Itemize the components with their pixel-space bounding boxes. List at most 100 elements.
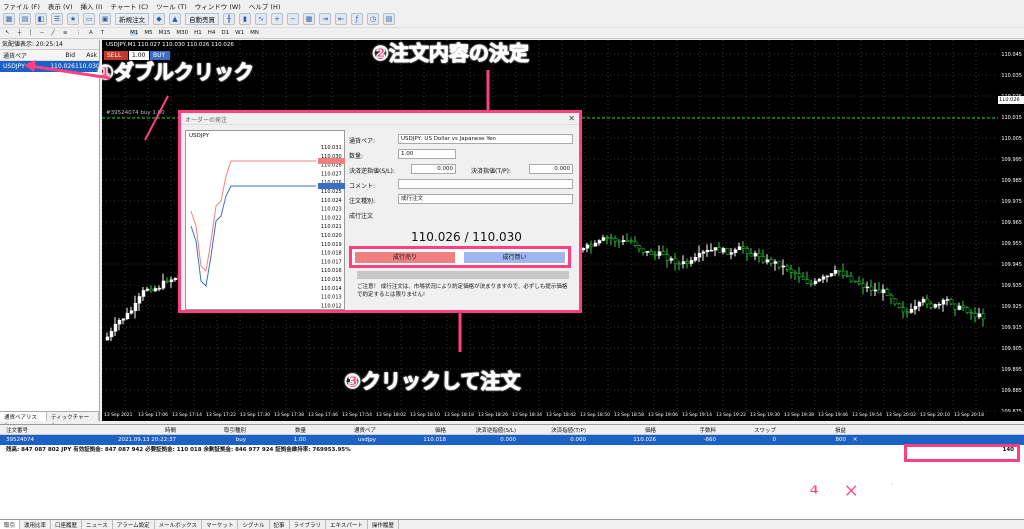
terminal-tab-11[interactable]: 操作履歴 [368,520,399,529]
sell-by-market-button[interactable]: 成行売り [355,252,455,263]
terminal-tab-7[interactable]: シグナル [238,520,270,529]
timeframe-M15[interactable]: M15 [159,30,171,36]
metaeditor-icon[interactable]: ◆ [153,13,165,25]
bag-icon[interactable]: ▲ [169,13,181,25]
terminal-tab-4[interactable]: アラーム設定 [113,520,155,529]
trade-row[interactable]: 39524074 2021.09.13 20:22:37 buy 1.00 usdjpy… [0,435,1024,445]
candle-chart-icon[interactable]: ▮ [239,13,251,25]
close-icon[interactable]: ✕ [850,437,860,443]
periods-icon[interactable]: ◷ [367,13,379,25]
balance-row: 残高: 847 087 802 JPY 有効証拠金: 847 087 942 必… [0,445,1024,455]
terminal-col-9: 手数料 [699,427,716,434]
channel-icon[interactable]: ≡ [61,30,70,36]
timeframe-H4[interactable]: H4 [208,30,216,36]
tp-input[interactable]: 0.000 [529,164,573,174]
time-axis-label: 13 Sep 20:10 [920,413,951,418]
sl-input[interactable]: 0.000 [411,164,456,174]
candle-body [769,259,774,264]
menu-item-4[interactable]: ツール (T) [156,1,187,11]
candle-body [681,261,686,265]
timeframe-MN[interactable]: MN [250,30,259,36]
cursor-icon[interactable]: ↖ [3,30,12,36]
close-icon[interactable]: ✕ [568,114,575,123]
navigator-icon[interactable]: ★ [67,13,79,25]
new-order-button[interactable]: 新規注文 [115,13,149,25]
hline-icon[interactable]: ─ [38,30,45,36]
candle-body [925,298,930,305]
terminal-tab-5[interactable]: メールボックス [155,520,202,529]
zoom-in-icon[interactable]: + [271,13,283,25]
terminal-tab-6[interactable]: マーケット [202,520,239,529]
candle-body [869,286,874,291]
menu-item-1[interactable]: 表示 (V) [48,1,73,11]
bar-chart-icon[interactable]: ╫ [223,13,235,25]
trade-cell-6: 0.000 [500,437,516,443]
candle-body [777,261,782,268]
ask-tag [318,158,345,164]
crosshair-icon[interactable]: ┼ [16,30,23,36]
vline-icon[interactable]: │ [27,30,34,36]
zoom-out-icon[interactable]: − [287,13,299,25]
terminal-tab-1[interactable]: 運用比率 [20,520,52,529]
comment-input[interactable] [398,179,573,189]
terminal-tab-0[interactable]: 取引 [0,520,21,529]
dialog-title-text: オーダーの発注 [185,117,228,124]
terminal-tab-3[interactable]: ニュース [82,520,113,529]
mini-price-label: 110.022 [321,215,342,221]
candle-body [817,279,822,282]
timeframe-H1[interactable]: H1 [194,30,202,36]
timeframe-D1[interactable]: D1 [221,30,229,36]
fib-icon[interactable]: ⋮ [73,30,83,36]
terminal-tab-10[interactable]: エキスパート [326,520,368,529]
label-icon[interactable]: T [99,30,106,36]
comment-label: コメント: [349,183,376,190]
line-chart-icon[interactable]: ∿ [255,13,267,25]
templates-icon[interactable]: ▤ [383,13,395,25]
time-axis-label: 13 Sep 17:46 [308,413,339,418]
menu-item-5[interactable]: ウィンドウ (W) [195,1,241,11]
time-axis-label: 13 Sep 20:18 [954,413,985,418]
market-watch-icon[interactable]: ◧ [35,13,47,25]
terminal-col-8: 価格 [644,427,656,434]
candle-body [741,246,746,249]
menu-item-3[interactable]: チャート (C) [111,1,149,11]
sl-label: 決済逆指値(S/L): [349,168,395,175]
candle-body [957,305,962,310]
new-chart-icon[interactable]: ▦ [3,13,15,25]
tile-icon[interactable]: ▦ [303,13,315,25]
buy-by-market-button[interactable]: 成行買い [464,252,565,263]
terminal-tab-9[interactable]: ライブラリ [290,520,327,529]
auto-trade-button[interactable]: 自動売買 [185,13,219,25]
order-type-select[interactable]: 成行注文 [398,194,573,204]
pair-select[interactable]: USDJPY, US Dollar vs Japanese Yen [398,134,573,144]
menu-item-2[interactable]: 挿入 (I) [80,1,102,11]
indicators-icon[interactable]: ƒ [351,13,363,25]
terminal-tab-2[interactable]: 口座履歴 [51,520,83,529]
terminal-icon[interactable]: ▭ [83,13,95,25]
terminal-col-10: スワップ [753,427,776,434]
candle-body [125,312,130,320]
strategy-tester-icon[interactable]: ▣ [99,13,111,25]
data-window-icon[interactable]: ☰ [51,13,63,25]
menu-item-0[interactable]: ファイル (F) [3,1,40,11]
menu-item-6[interactable]: ヘルプ (H) [249,1,281,11]
symbol-row-usdjpy[interactable]: USDJPY 110.026 110.030 [0,61,100,72]
timeframe-M5[interactable]: M5 [144,30,152,36]
terminal-tab-8[interactable]: 記事 [270,520,290,529]
profiles-icon[interactable]: ▤ [19,13,31,25]
timeframe-W1[interactable]: W1 [235,30,244,36]
candle-body [649,251,654,255]
chart-shift-icon[interactable]: ⇤ [335,13,347,25]
order-dialog-title: オーダーの発注 ✕ [181,113,579,125]
candle-body [729,252,734,255]
trendline-icon[interactable]: ╱ [50,30,57,36]
timeframe-M1[interactable]: M1 [130,30,139,36]
autoscroll-icon[interactable]: ⇥ [319,13,331,25]
tab-symbols[interactable]: 通貨ペアリスト [0,412,47,429]
text-icon[interactable]: A [87,30,95,36]
qty-input[interactable]: 1.00 [398,149,456,159]
candle-body [161,280,166,289]
timeframe-M30[interactable]: M30 [176,30,188,36]
candle-body [601,237,606,241]
tab-tick-chart[interactable]: ティックチャート [47,412,99,429]
